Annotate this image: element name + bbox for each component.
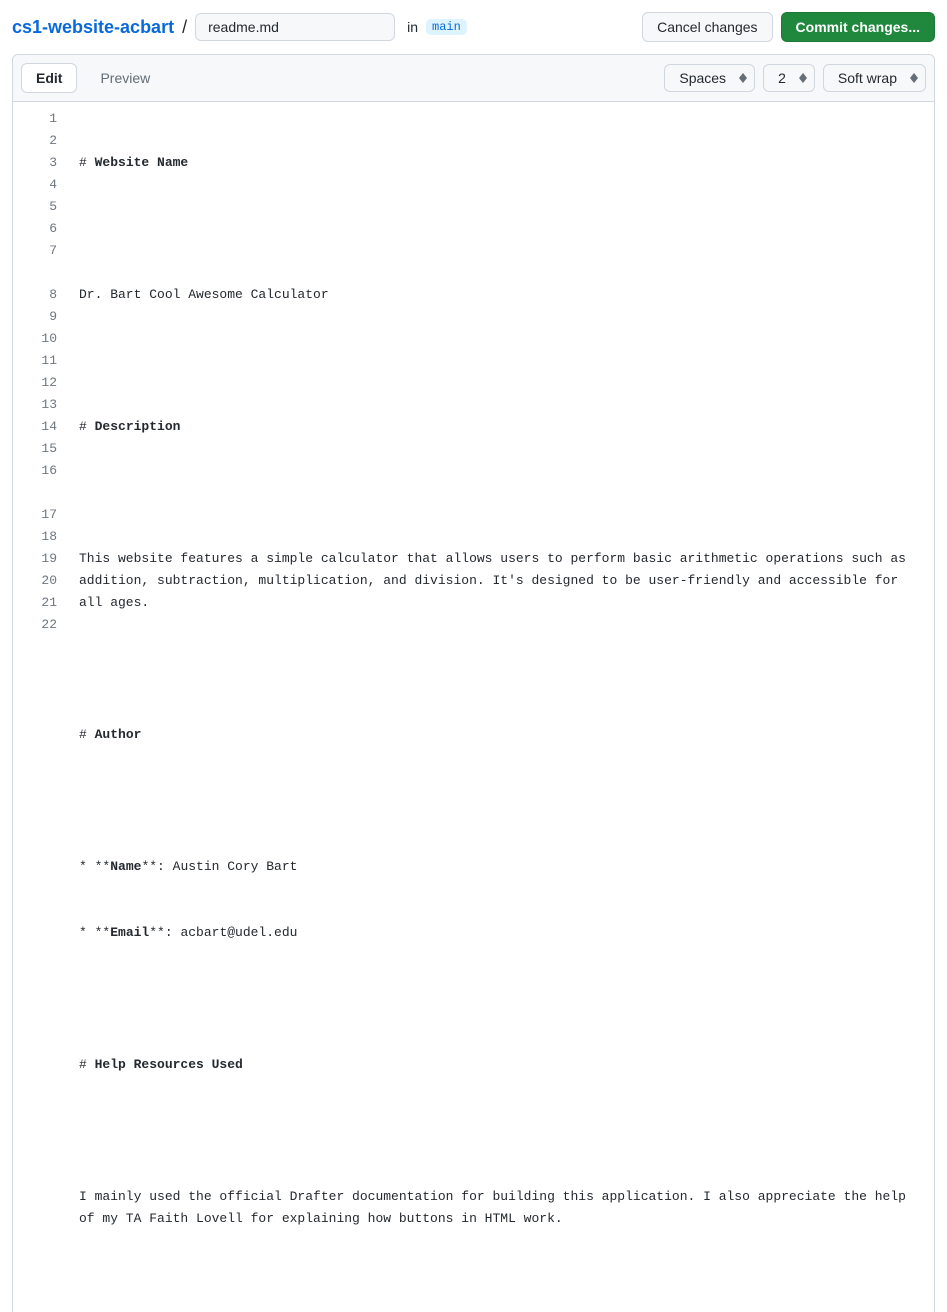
indent-mode-button[interactable]: Spaces bbox=[664, 64, 755, 92]
file-header: cs1-website-acbart / in main Cancel chan… bbox=[12, 12, 935, 42]
commit-changes-button[interactable]: Commit changes... bbox=[781, 12, 935, 42]
code-line: This website features a simple calculato… bbox=[79, 548, 922, 614]
repo-link[interactable]: cs1-website-acbart bbox=[12, 17, 174, 38]
code-line: # Website Name bbox=[79, 152, 922, 174]
indent-size-button[interactable]: 2 bbox=[763, 64, 815, 92]
code-line bbox=[79, 218, 922, 240]
code-line bbox=[79, 350, 922, 372]
filename-input[interactable] bbox=[195, 13, 395, 41]
cancel-changes-button[interactable]: Cancel changes bbox=[642, 12, 772, 42]
indent-size-select[interactable]: 2 bbox=[763, 64, 815, 92]
path-separator: / bbox=[182, 17, 187, 38]
code-line: # Description bbox=[79, 416, 922, 438]
code-area[interactable]: # Website Name Dr. Bart Cool Awesome Cal… bbox=[71, 102, 934, 1312]
code-line: # Help Resources Used bbox=[79, 1054, 922, 1076]
code-line: # Author bbox=[79, 724, 922, 746]
indent-mode-select[interactable]: Spaces bbox=[664, 64, 755, 92]
code-line: I mainly used the official Drafter docum… bbox=[79, 1186, 922, 1230]
code-line bbox=[79, 1120, 922, 1142]
editor-frame: Edit Preview Spaces 2 Soft wrap bbox=[12, 54, 935, 1312]
wrap-mode-select[interactable]: Soft wrap bbox=[823, 64, 926, 92]
tab-edit[interactable]: Edit bbox=[21, 63, 77, 93]
line-gutter: 1 2 3 4 5 6 7 8 9 10 11 12 13 14 15 16 1… bbox=[13, 102, 71, 1312]
code-line bbox=[79, 790, 922, 812]
code-line bbox=[79, 988, 922, 1010]
wrap-mode-button[interactable]: Soft wrap bbox=[823, 64, 926, 92]
code-line: * **Name**: Austin Cory Bart bbox=[79, 856, 922, 878]
code-line bbox=[79, 1274, 922, 1296]
code-line bbox=[79, 658, 922, 680]
in-label: in bbox=[407, 19, 418, 35]
code-line bbox=[79, 482, 922, 504]
tab-preview[interactable]: Preview bbox=[85, 63, 165, 93]
code-line: * **Email**: acbart@udel.edu bbox=[79, 922, 922, 944]
branch-badge[interactable]: main bbox=[426, 19, 467, 35]
editor-body[interactable]: 1 2 3 4 5 6 7 8 9 10 11 12 13 14 15 16 1… bbox=[13, 102, 934, 1312]
code-line: Dr. Bart Cool Awesome Calculator bbox=[79, 284, 922, 306]
editor-toolbar: Edit Preview Spaces 2 Soft wrap bbox=[13, 55, 934, 102]
